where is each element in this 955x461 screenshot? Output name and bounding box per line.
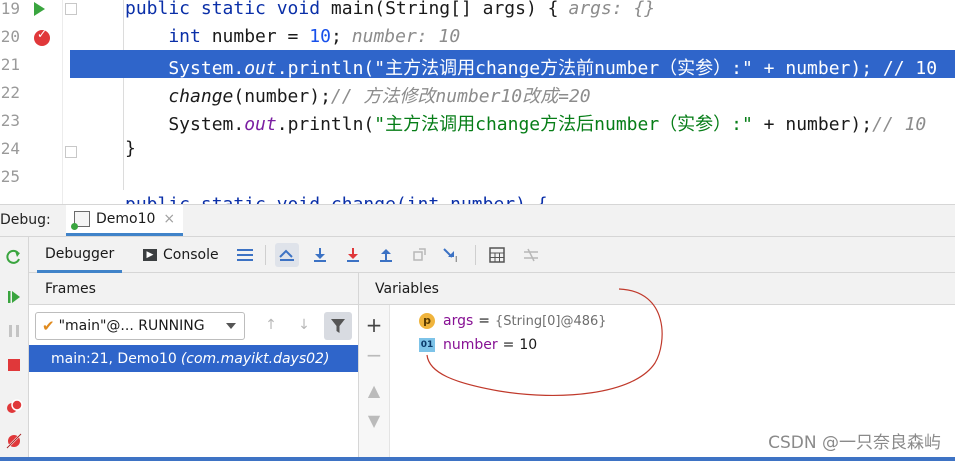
variables-panel: Variables + − ▲ ▼ p args = {String[0]@48… [359, 273, 955, 461]
toolbar-separator [265, 245, 266, 265]
mute-breakpoints-icon[interactable] [0, 427, 28, 455]
code-token: public static void [125, 0, 331, 19]
frame-package: (com.mayikt.days02) [180, 350, 330, 367]
svg-text:I: I [455, 255, 457, 263]
remove-watch-icon[interactable]: − [359, 343, 389, 367]
line-number: 23 [0, 111, 20, 130]
code-token: "主方法调用change方法后number（实参）:" [374, 114, 753, 135]
code-token: .println( [276, 58, 375, 79]
filter-icon[interactable] [324, 312, 352, 340]
code-line[interactable]: 24} [0, 134, 955, 162]
code-token: + number); [752, 114, 873, 135]
code-line[interactable]: public static void change(int number) { [0, 190, 955, 204]
debug-side-toolbar [0, 237, 29, 461]
frame-row-selected[interactable]: main:21, Demo10 (com.mayikt.days02) [29, 345, 358, 372]
code-line[interactable]: 21 System.out.println("主方法调用change方法前num… [0, 50, 955, 80]
step-out-icon[interactable] [374, 243, 398, 267]
code-token: main(String[] args) { [330, 0, 559, 19]
show-execution-point-icon[interactable] [275, 243, 299, 267]
code-token: System. [125, 114, 245, 135]
debug-tool-window-header: Debug: Demo10 × [0, 204, 955, 237]
rerun-icon[interactable] [0, 243, 28, 271]
code-text: } [125, 138, 136, 159]
layout-menu-icon[interactable] [233, 243, 257, 267]
debugger-tab-label: Debugger [45, 245, 115, 262]
code-text: public static void main(String[] args) {… [125, 0, 655, 19]
frame-text: main:21, Demo10 [51, 350, 177, 367]
code-text: System.out.println("主方法调用change方法前number… [125, 54, 937, 80]
step-over-icon[interactable] [308, 243, 332, 267]
code-token: change [125, 86, 234, 107]
hand-drawn-annotation-circle [426, 288, 663, 397]
view-breakpoints-icon[interactable] [0, 393, 28, 421]
evaluate-expression-icon[interactable] [485, 243, 509, 267]
console-icon: ▶ [143, 249, 157, 261]
next-frame-icon[interactable]: ↓ [294, 317, 314, 337]
bottom-scroll-strip [0, 457, 955, 461]
line-number: 21 [0, 55, 20, 74]
thread-label: "main"@... RUNNING [58, 318, 205, 334]
code-token: } [125, 138, 136, 159]
thread-dropdown[interactable]: ✔ "main"@... RUNNING [35, 312, 245, 340]
tab-debugger[interactable]: Debugger [37, 237, 123, 273]
code-line[interactable]: 23 System.out.println("主方法调用change方法后num… [0, 106, 955, 136]
check-icon: ✔ [42, 317, 55, 335]
code-token: number: 10 [351, 26, 461, 47]
chevron-down-icon [226, 323, 236, 329]
run-config-icon [71, 211, 90, 230]
code-line[interactable]: 19 public static void main(String[] args)… [0, 0, 955, 22]
code-token: out [244, 58, 277, 79]
tab-demo10[interactable]: Demo10 × [66, 205, 184, 236]
code-line[interactable]: 25 [0, 162, 955, 190]
trace-icon[interactable] [519, 243, 543, 267]
pause-icon[interactable] [0, 317, 28, 345]
move-up-icon[interactable]: ▲ [359, 381, 389, 403]
resume-icon[interactable] [0, 283, 28, 311]
step-into-icon[interactable] [341, 243, 365, 267]
watermark: CSDN @一只奈良森屿 [768, 433, 941, 453]
code-token: // 10 [872, 114, 927, 135]
code-token: ; [330, 26, 342, 47]
drop-frame-icon[interactable] [407, 243, 431, 267]
code-token: .println( [276, 114, 375, 135]
move-down-icon[interactable]: ▼ [359, 411, 389, 433]
run-to-cursor-icon[interactable]: I [440, 243, 464, 267]
code-token: out [244, 114, 277, 135]
add-watch-icon[interactable]: + [359, 313, 389, 337]
code-text: change(number);// 方法修改number10改成=20 [125, 82, 591, 108]
code-line[interactable]: 20 int number = 10; number: 10 [0, 22, 955, 50]
frames-title: Frames [29, 273, 358, 305]
code-text: int number = 10; number: 10 [125, 26, 460, 47]
code-token: // 方法修改number10改成=20 [330, 86, 591, 107]
code-token: (number); [233, 86, 331, 107]
frames-panel: Frames ✔ "main"@... RUNNING ↑ ↓ main:21,… [29, 273, 359, 461]
line-number: 19 [0, 0, 20, 18]
line-number: 24 [0, 139, 20, 158]
code-token: "主方法调用change方法前number（实参）:" [374, 58, 753, 79]
stop-icon[interactable] [0, 351, 28, 379]
line-number: 22 [0, 83, 20, 102]
tab-console[interactable]: ▶ Console [135, 237, 227, 273]
code-editor[interactable]: 19 public static void main(String[] args)… [0, 0, 955, 204]
debugger-toolbar: Debugger ▶ Console I [29, 237, 955, 273]
code-token: + number); // 10 [752, 58, 938, 79]
close-tab-icon[interactable]: × [163, 211, 175, 227]
variables-side-toolbar: + − ▲ ▼ [359, 305, 390, 461]
toolbar-separator [475, 245, 476, 265]
code-token: args: {} [568, 0, 656, 19]
code-text: public static void change(int number) { [125, 194, 548, 204]
tab-label: Demo10 [96, 211, 156, 227]
code-token: number = [211, 26, 310, 47]
code-text: System.out.println("主方法调用change方法后number… [125, 110, 926, 136]
line-number: 25 [0, 167, 20, 186]
line-number: 20 [0, 27, 20, 46]
code-line[interactable]: 22 change(number);// 方法修改number10改成=20 [0, 78, 955, 108]
code-token: int [125, 26, 212, 47]
console-tab-label: Console [163, 247, 219, 263]
debug-label: Debug: [0, 212, 51, 228]
code-token: System. [125, 58, 245, 79]
code-token: public static void change(int number) { [125, 194, 548, 204]
code-token: 10 [309, 26, 331, 47]
previous-frame-icon[interactable]: ↑ [261, 317, 281, 337]
